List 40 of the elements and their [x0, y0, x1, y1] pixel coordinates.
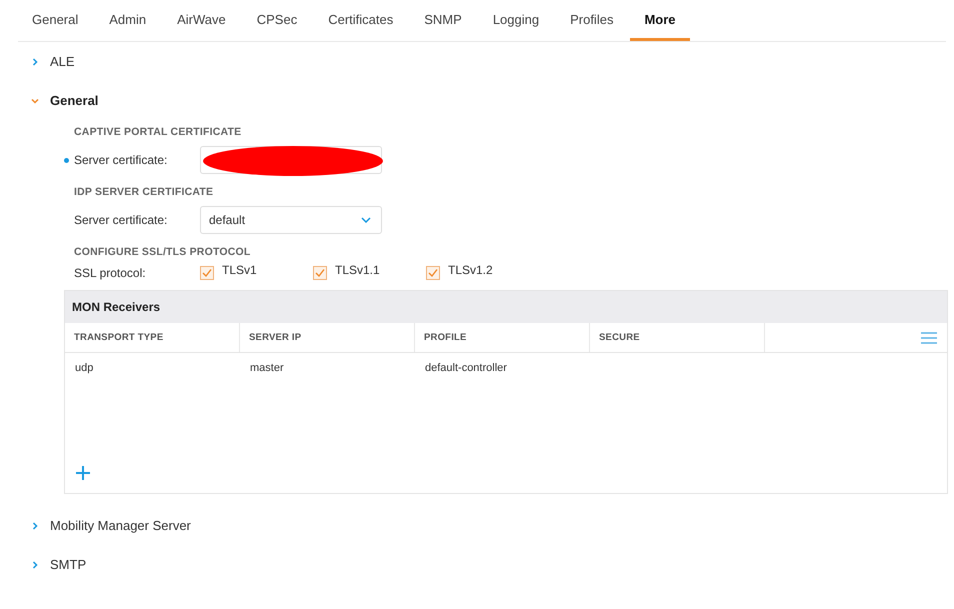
- checkbox[interactable]: [200, 266, 214, 280]
- caret-icon: [361, 217, 371, 223]
- chevron-icon: [30, 560, 40, 570]
- section-header[interactable]: SMTP: [30, 545, 86, 584]
- tab[interactable]: AirWave: [163, 0, 240, 41]
- tab[interactable]: Certificates: [314, 0, 408, 41]
- tab[interactable]: More: [630, 0, 690, 41]
- tab[interactable]: Logging: [478, 0, 554, 41]
- column-header[interactable]: PROFILE: [415, 323, 590, 352]
- checkbox-label: TLSv1: [222, 263, 257, 277]
- section-header[interactable]: ALE: [30, 42, 75, 81]
- checkbox-label: TLSv1.2: [448, 263, 493, 277]
- tab[interactable]: CPSec: [242, 0, 312, 41]
- checkbox[interactable]: [426, 266, 440, 280]
- column-header[interactable]: TRANSPORT TYPE: [65, 323, 240, 352]
- column-header[interactable]: SECURE: [590, 323, 765, 352]
- add-icon[interactable]: [75, 465, 91, 481]
- table-cell: udp: [75, 362, 94, 374]
- table-cell: master: [250, 362, 284, 374]
- group-heading: CAPTIVE PORTAL CERTIFICATE: [74, 126, 242, 138]
- field-label: Server certificate:: [74, 213, 168, 227]
- column-header[interactable]: SERVER IP: [240, 323, 415, 352]
- field-label: SSL protocol:: [74, 266, 147, 280]
- section-header[interactable]: Mobility Manager Server: [30, 506, 191, 545]
- chevron-icon: [30, 56, 40, 66]
- section-header[interactable]: General: [30, 81, 98, 120]
- checkbox[interactable]: [313, 266, 327, 280]
- field-label: Server certificate:: [74, 153, 168, 167]
- tab[interactable]: Profiles: [556, 0, 628, 41]
- table-title: MON Receivers: [65, 291, 947, 323]
- group-heading: CONFIGURE SSL/TLS PROTOCOL: [74, 246, 252, 258]
- chevron-icon: [30, 520, 40, 530]
- tab[interactable]: General: [18, 0, 92, 41]
- tab[interactable]: SNMP: [410, 0, 476, 41]
- checkbox-label: TLSv1.1: [335, 263, 380, 277]
- table-cell: default-controller: [425, 362, 507, 374]
- menu-icon[interactable]: [921, 332, 937, 344]
- tab[interactable]: Admin: [95, 0, 160, 41]
- dropdown[interactable]: default: [200, 206, 382, 234]
- group-heading: IDP SERVER CERTIFICATE: [74, 186, 214, 198]
